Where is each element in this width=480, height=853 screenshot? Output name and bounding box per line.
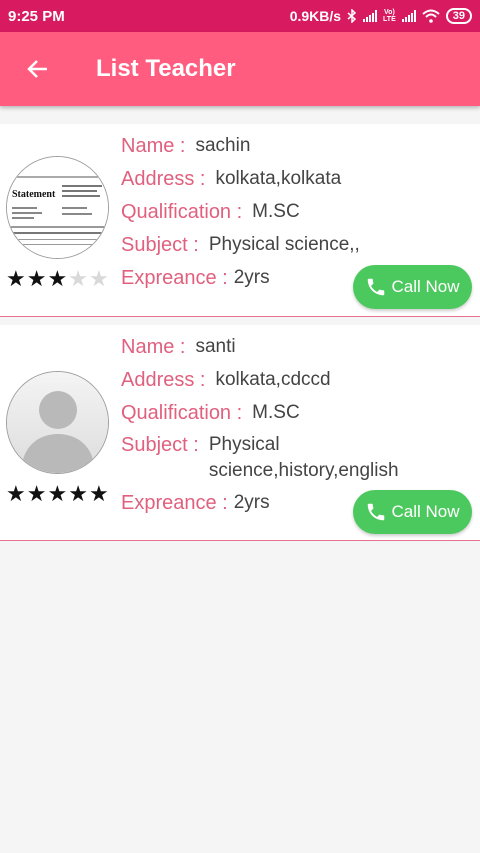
app-bar: List Teacher [0,32,480,106]
signal-icon-2 [401,10,416,22]
subject-row: Subject : Physical science,history,englis… [121,434,399,481]
star-empty-icon: ★ [88,266,109,291]
back-button[interactable] [0,32,76,106]
network-speed: 0.9KB/s [289,8,342,24]
experience-row: Expreance :2yrs [121,267,270,289]
avatar: Statement [6,156,109,259]
star-filled-icon: ★ [6,266,26,291]
status-icons: 0.9KB/s Vo) LTE 39 [290,8,472,24]
volte-icon: Vo) LTE [383,9,396,23]
name-row: Name : santi [121,336,236,358]
status-bar: 9:25 PM 0.9KB/s Vo) LTE 39 [0,0,480,32]
teacher-card: Statement ★ ★ ★ ★ ★ Name : sachin Address : ko… [0,124,480,317]
status-time: 9:25 PM [8,7,65,25]
bluetooth-icon [347,9,357,23]
phone-icon [368,278,385,296]
phone-icon [368,503,385,521]
rating-stars: ★ ★ ★ ★ ★ [6,268,109,290]
star-filled-icon: ★ [47,266,68,291]
star-filled-icon: ★ [68,481,88,506]
subject-row: Subject : Physical science,, [121,234,360,256]
wifi-icon [422,9,440,23]
teacher-card: ★ ★ ★ ★ ★ Name : santi Address : kolkata,cdccd… [0,325,480,541]
arrow-left-icon [27,60,47,78]
rating-stars: ★ ★ ★ ★ ★ [6,483,109,505]
star-empty-icon: ★ [68,266,88,291]
page-title: List Teacher [96,55,236,82]
battery-icon: 39 [445,8,472,24]
experience-row: Expreance :2yrs [121,492,270,514]
star-filled-icon: ★ [88,481,109,506]
star-filled-icon: ★ [26,481,47,506]
star-filled-icon: ★ [6,481,26,506]
qualification-row: Qualification : M.SC [121,201,300,223]
name-row: Name : sachin [121,135,251,157]
person-placeholder-icon [7,372,108,473]
qualification-row: Qualification : M.SC [121,402,300,424]
star-filled-icon: ★ [26,266,47,291]
address-row: Address : kolkata,cdccd [121,369,331,391]
address-row: Address : kolkata,kolkata [121,168,342,190]
avatar-text: Statement [12,189,56,200]
signal-icon [363,10,378,22]
call-now-button[interactable]: Call Now [353,265,472,309]
call-now-button[interactable]: Call Now [353,490,472,534]
star-filled-icon: ★ [47,481,68,506]
avatar [6,371,109,474]
